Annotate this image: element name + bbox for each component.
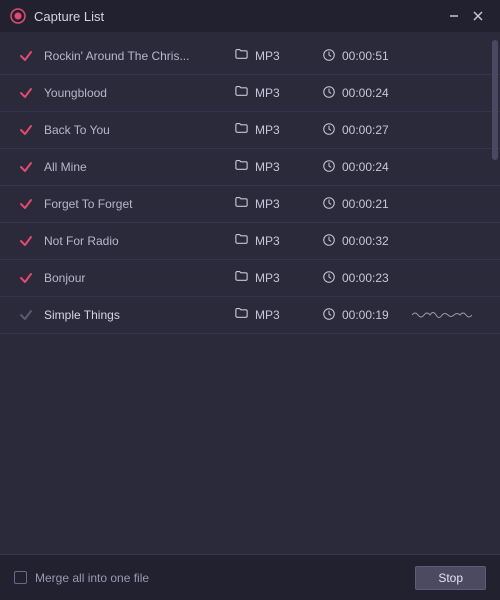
duration-label: 00:00:51	[342, 49, 389, 63]
clock-icon	[322, 159, 336, 176]
folder-icon	[234, 47, 249, 65]
track-format: MP3	[234, 195, 322, 213]
track-duration: 00:00:32	[322, 233, 412, 250]
format-label: MP3	[255, 308, 280, 322]
footer: Merge all into one file Stop	[0, 554, 500, 600]
clock-icon	[322, 233, 336, 250]
track-name: Youngblood	[44, 86, 234, 100]
folder-icon	[234, 232, 249, 250]
track-row[interactable]: Back To You MP3 00:00:27	[0, 112, 500, 149]
check-icon	[18, 122, 34, 138]
track-row[interactable]: Simple Things MP3 00:00:19	[0, 297, 500, 334]
duration-label: 00:00:32	[342, 234, 389, 248]
track-row[interactable]: Youngblood MP3 00:00:24	[0, 75, 500, 112]
format-label: MP3	[255, 234, 280, 248]
stop-button[interactable]: Stop	[415, 566, 486, 590]
clock-icon	[322, 122, 336, 139]
clock-icon	[322, 196, 336, 213]
track-duration: 00:00:21	[322, 196, 412, 213]
duration-label: 00:00:21	[342, 197, 389, 211]
folder-icon	[234, 121, 249, 139]
track-format: MP3	[234, 306, 322, 324]
window-title: Capture List	[34, 9, 104, 24]
track-name: Back To You	[44, 123, 234, 137]
format-label: MP3	[255, 271, 280, 285]
track-format: MP3	[234, 158, 322, 176]
minimize-button[interactable]	[442, 4, 466, 28]
track-duration: 00:00:51	[322, 48, 412, 65]
folder-icon	[234, 269, 249, 287]
app-record-icon	[10, 8, 26, 24]
track-name: Not For Radio	[44, 234, 234, 248]
folder-icon	[234, 306, 249, 324]
duration-label: 00:00:19	[342, 308, 389, 322]
track-row[interactable]: Bonjour MP3 00:00:23	[0, 260, 500, 297]
check-icon	[18, 159, 34, 175]
track-name: Simple Things	[44, 308, 234, 322]
format-label: MP3	[255, 160, 280, 174]
track-format: MP3	[234, 84, 322, 102]
track-format: MP3	[234, 121, 322, 139]
capture-list: Rockin' Around The Chris... MP3 00:00:51…	[0, 32, 500, 334]
clock-icon	[322, 48, 336, 65]
folder-icon	[234, 84, 249, 102]
duration-label: 00:00:24	[342, 86, 389, 100]
track-name: Forget To Forget	[44, 197, 234, 211]
clock-icon	[322, 85, 336, 102]
track-format: MP3	[234, 269, 322, 287]
track-duration: 00:00:24	[322, 159, 412, 176]
check-icon	[18, 48, 34, 64]
checkbox-box-icon	[14, 571, 27, 584]
close-button[interactable]	[466, 4, 490, 28]
track-format: MP3	[234, 47, 322, 65]
merge-checkbox[interactable]: Merge all into one file	[14, 571, 149, 585]
track-row[interactable]: All Mine MP3 00:00:24	[0, 149, 500, 186]
check-icon	[18, 85, 34, 101]
duration-label: 00:00:24	[342, 160, 389, 174]
duration-label: 00:00:23	[342, 271, 389, 285]
format-label: MP3	[255, 197, 280, 211]
titlebar: Capture List	[0, 0, 500, 32]
check-icon	[18, 196, 34, 212]
track-duration: 00:00:24	[322, 85, 412, 102]
duration-label: 00:00:27	[342, 123, 389, 137]
format-label: MP3	[255, 86, 280, 100]
track-format: MP3	[234, 232, 322, 250]
track-row[interactable]: Rockin' Around The Chris... MP3 00:00:51	[0, 38, 500, 75]
check-icon	[18, 307, 34, 323]
waveform	[412, 308, 486, 322]
track-name: Rockin' Around The Chris...	[44, 49, 234, 63]
format-label: MP3	[255, 49, 280, 63]
track-name: All Mine	[44, 160, 234, 174]
scrollbar-thumb[interactable]	[492, 40, 498, 160]
check-icon	[18, 270, 34, 286]
folder-icon	[234, 158, 249, 176]
clock-icon	[322, 270, 336, 287]
track-name: Bonjour	[44, 271, 234, 285]
format-label: MP3	[255, 123, 280, 137]
track-duration: 00:00:23	[322, 270, 412, 287]
clock-icon	[322, 307, 336, 324]
track-row[interactable]: Forget To Forget MP3 00:00:21	[0, 186, 500, 223]
check-icon	[18, 233, 34, 249]
track-duration: 00:00:27	[322, 122, 412, 139]
track-duration: 00:00:19	[322, 307, 412, 324]
merge-label: Merge all into one file	[35, 571, 149, 585]
folder-icon	[234, 195, 249, 213]
track-row[interactable]: Not For Radio MP3 00:00:32	[0, 223, 500, 260]
